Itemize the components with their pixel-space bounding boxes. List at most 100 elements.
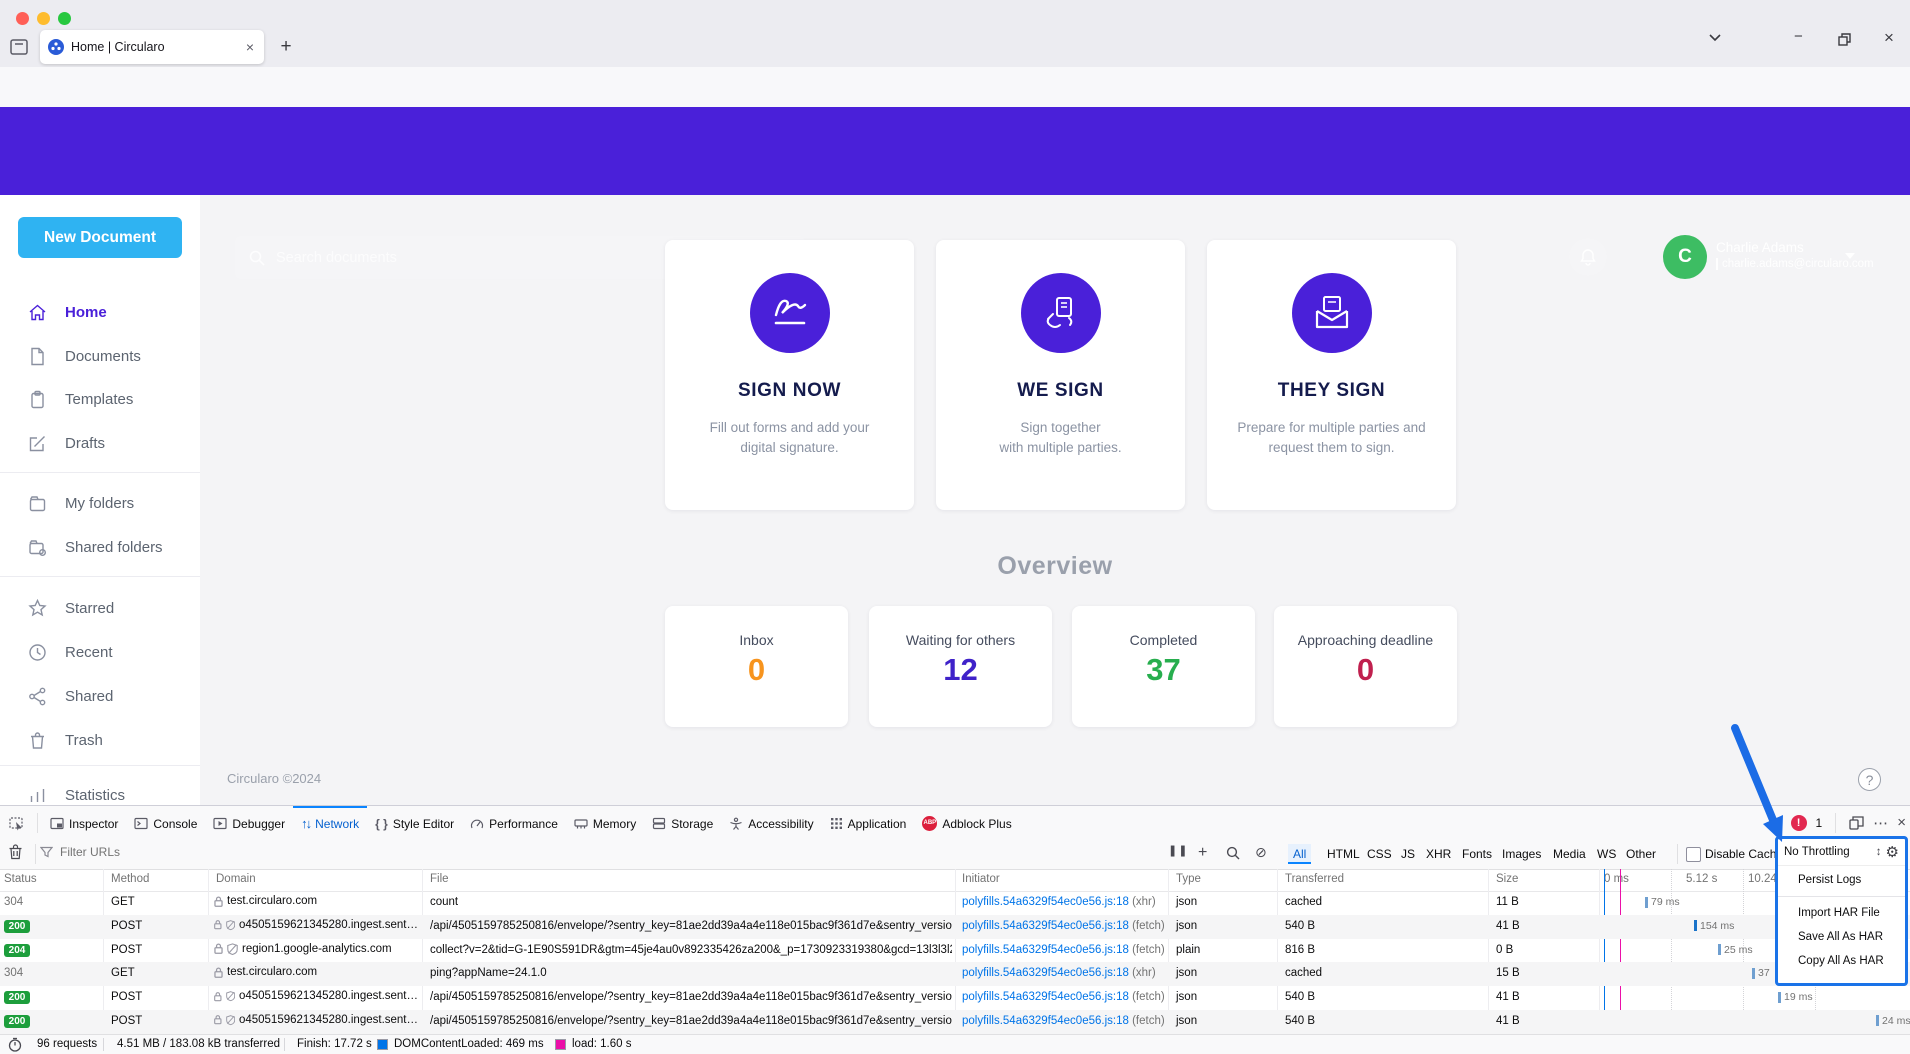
- minimize-traffic-light[interactable]: [37, 12, 50, 25]
- add-request-icon[interactable]: +: [1198, 844, 1207, 862]
- stat-card-inbox[interactable]: Inbox 0: [665, 606, 848, 727]
- filter-other[interactable]: Other: [1621, 844, 1661, 864]
- throttling-select[interactable]: No Throttling ↕ ⚙: [1778, 839, 1905, 866]
- col-type[interactable]: Type: [1176, 873, 1201, 885]
- tab-memory[interactable]: Memory: [566, 806, 644, 839]
- action-card-they-sign[interactable]: THEY SIGN Prepare for multiple parties a…: [1207, 240, 1456, 510]
- request-row[interactable]: 200 POST o4505159621345280.ingest.sent… …: [0, 986, 1910, 1010]
- sidebar-item-recent[interactable]: Recent: [0, 630, 200, 674]
- stat-card-waiting[interactable]: Waiting for others 12: [869, 606, 1052, 727]
- filter-js[interactable]: JS: [1396, 844, 1420, 864]
- help-button[interactable]: ?: [1858, 768, 1881, 791]
- col-file[interactable]: File: [430, 873, 449, 885]
- initiator-link[interactable]: polyfills.54a6329f54ec0e56.js:18: [962, 920, 1129, 932]
- avatar[interactable]: C: [1663, 235, 1707, 279]
- user-email: charlie.adams@circularo.com: [1716, 258, 1874, 270]
- status-badge: 204: [4, 944, 30, 957]
- tab-network[interactable]: ↑↓ Network: [293, 806, 367, 839]
- menu-item-save-all-har[interactable]: Save All As HAR: [1778, 925, 1905, 949]
- tab-debugger[interactable]: Debugger: [205, 806, 293, 839]
- filter-xhr[interactable]: XHR: [1421, 844, 1456, 864]
- tab-performance[interactable]: Performance: [462, 806, 566, 839]
- tab-storage[interactable]: Storage: [644, 806, 721, 839]
- request-row[interactable]: 200 POST o4505159621345280.ingest.sent… …: [0, 915, 1910, 939]
- col-status[interactable]: Status: [4, 873, 37, 885]
- stat-card-deadline[interactable]: Approaching deadline 0: [1274, 606, 1457, 727]
- sidebar-item-templates[interactable]: Templates: [0, 377, 200, 421]
- window-close-button[interactable]: ×: [1884, 28, 1894, 48]
- window-restore-button[interactable]: [1838, 33, 1852, 46]
- tab-accessibility[interactable]: Accessibility: [721, 806, 821, 839]
- tab-application[interactable]: Application: [822, 806, 915, 839]
- request-row[interactable]: 304 GET test.circularo.com count polyfil…: [0, 891, 1910, 915]
- pick-element-icon[interactable]: [0, 806, 33, 839]
- filter-urls-input[interactable]: Filter URLs: [40, 845, 120, 859]
- filter-all[interactable]: All: [1288, 844, 1311, 864]
- request-row[interactable]: 204 POST region1.google-analytics.com co…: [0, 939, 1910, 963]
- initiator-link[interactable]: polyfills.54a6329f54ec0e56.js:18: [962, 991, 1129, 1003]
- new-tab-button[interactable]: +: [274, 36, 298, 58]
- tab-list-icon[interactable]: [8, 36, 34, 60]
- devtools-close-icon[interactable]: ×: [1897, 814, 1906, 831]
- new-document-button[interactable]: New Document: [18, 217, 182, 258]
- menu-item-import-har[interactable]: Import HAR File: [1778, 901, 1905, 925]
- initiator-link[interactable]: polyfills.54a6329f54ec0e56.js:18: [962, 896, 1129, 908]
- col-size[interactable]: Size: [1496, 873, 1518, 885]
- star-icon: [28, 599, 47, 618]
- sidebar-item-statistics[interactable]: Statistics: [0, 773, 200, 805]
- filter-images[interactable]: Images: [1497, 844, 1546, 864]
- sidebar-item-shared[interactable]: Shared: [0, 674, 200, 718]
- tab-adblock-plus[interactable]: ABP Adblock Plus: [914, 806, 1019, 839]
- col-transferred[interactable]: Transferred: [1285, 873, 1344, 885]
- filter-css[interactable]: CSS: [1362, 844, 1397, 864]
- col-method[interactable]: Method: [111, 873, 149, 885]
- browser-tab[interactable]: Home | Circularo ×: [40, 30, 264, 64]
- bell-icon: [1579, 248, 1597, 267]
- menu-item-copy-all-har[interactable]: Copy All As HAR: [1778, 949, 1905, 973]
- clear-requests-icon[interactable]: [8, 844, 23, 860]
- tab-close-icon[interactable]: ×: [244, 39, 256, 55]
- filter-ws[interactable]: WS: [1592, 844, 1621, 864]
- notifications-button[interactable]: [1569, 238, 1607, 276]
- window-minimize-button[interactable]: −: [1794, 28, 1803, 45]
- tab-style-editor[interactable]: { } Style Editor: [367, 806, 462, 839]
- load-time: load: 1.60 s: [572, 1038, 631, 1050]
- user-menu-chevron-icon[interactable]: [1845, 253, 1855, 259]
- filter-media[interactable]: Media: [1548, 844, 1591, 864]
- tab-overflow-chevron-icon[interactable]: [1708, 33, 1722, 42]
- action-card-we-sign[interactable]: WE SIGN Sign togetherwith multiple parti…: [936, 240, 1185, 510]
- sidebar-item-my-folders[interactable]: My folders: [0, 481, 200, 525]
- pause-icon[interactable]: ❚❚: [1168, 844, 1188, 857]
- initiator-link[interactable]: polyfills.54a6329f54ec0e56.js:18: [962, 944, 1129, 956]
- close-traffic-light[interactable]: [16, 12, 29, 25]
- action-card-sign-now[interactable]: SIGN NOW Fill out forms and add yourdigi…: [665, 240, 914, 510]
- tab-console[interactable]: Console: [126, 806, 205, 839]
- tab-inspector[interactable]: Inspector: [42, 806, 126, 839]
- sidebar-item-shared-folders[interactable]: Shared folders: [0, 525, 200, 569]
- request-row[interactable]: 304 GET test.circularo.com ping?appName=…: [0, 962, 1910, 986]
- col-initiator[interactable]: Initiator: [962, 873, 1000, 885]
- sidebar-item-starred[interactable]: Starred: [0, 586, 200, 630]
- block-requests-icon[interactable]: ⊘: [1255, 844, 1267, 861]
- filter-fonts[interactable]: Fonts: [1457, 844, 1497, 864]
- sign-now-circle: [750, 273, 830, 353]
- sidebar-item-trash[interactable]: Trash: [0, 718, 200, 762]
- menu-item-persist-logs[interactable]: Persist Logs: [1778, 866, 1905, 894]
- devtools-more-icon[interactable]: ⋯: [1873, 814, 1888, 832]
- responsive-design-mode-icon[interactable]: [1849, 816, 1864, 830]
- filter-html[interactable]: HTML: [1322, 844, 1365, 864]
- initiator-link[interactable]: polyfills.54a6329f54ec0e56.js:18: [962, 967, 1129, 979]
- error-badge-icon[interactable]: !: [1791, 815, 1807, 831]
- devtools-panel: Inspector Console Debugger ↑↓ Network { …: [0, 805, 1910, 1053]
- col-domain[interactable]: Domain: [216, 873, 256, 885]
- initiator-link[interactable]: polyfills.54a6329f54ec0e56.js:18: [962, 1015, 1129, 1027]
- har-gear-icon[interactable]: ⚙: [1886, 843, 1899, 861]
- sidebar-item-home[interactable]: Home: [0, 290, 200, 334]
- maximize-traffic-light[interactable]: [58, 12, 71, 25]
- disable-cache-checkbox[interactable]: [1686, 847, 1701, 862]
- sidebar-item-drafts[interactable]: Drafts: [0, 421, 200, 465]
- search-requests-icon[interactable]: [1226, 846, 1240, 860]
- stat-card-completed[interactable]: Completed 37: [1072, 606, 1255, 727]
- request-row[interactable]: 200 POST o4505159621345280.ingest.sent… …: [0, 1010, 1910, 1034]
- sidebar-item-documents[interactable]: Documents: [0, 334, 200, 378]
